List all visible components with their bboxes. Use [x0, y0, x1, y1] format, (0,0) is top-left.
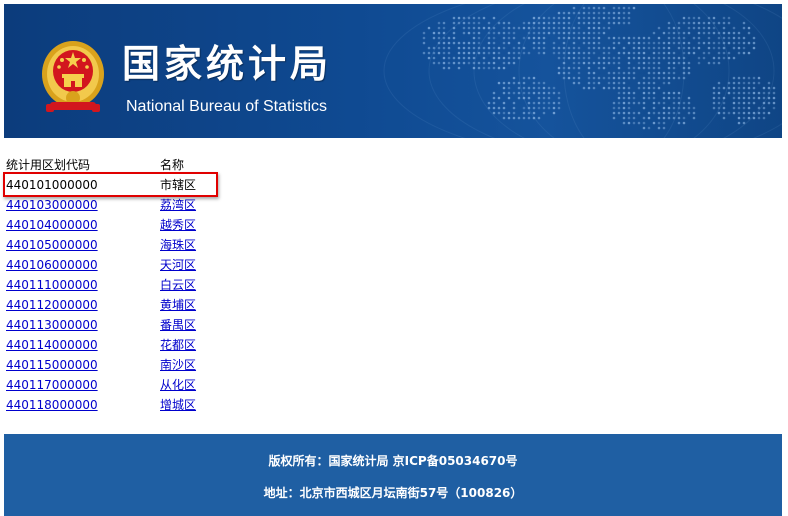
division-table: 统计用区划代码 名称 440101000000 市辖区 440103000000 荔湾… [6, 155, 196, 415]
row-code-cell: 440106000000 [6, 255, 160, 275]
name-link[interactable]: 南沙区 [160, 358, 196, 372]
name-link[interactable]: 增城区 [160, 398, 196, 412]
table-row: 440106000000 天河区 [6, 255, 196, 275]
name-link[interactable]: 荔湾区 [160, 198, 196, 212]
code-text: 440101000000 [6, 178, 98, 192]
table-row: 440118000000 增城区 [6, 395, 196, 415]
footer-copyright: 版权所有：国家统计局 京ICP备05034670号 [268, 454, 518, 468]
name-link[interactable]: 从化区 [160, 378, 196, 392]
name-link[interactable]: 花都区 [160, 338, 196, 352]
row-code-cell: 440115000000 [6, 355, 160, 375]
footer-address: 地址：北京市西城区月坛南街57号（100826） [263, 486, 523, 500]
table-body: 440101000000 市辖区 440103000000 荔湾区 4401040000… [6, 175, 196, 415]
row-name-cell: 市辖区 [160, 175, 196, 195]
table-row: 440115000000 南沙区 [6, 355, 196, 375]
name-link[interactable]: 海珠区 [160, 238, 196, 252]
row-name-cell: 从化区 [160, 375, 196, 395]
row-code-cell: 440112000000 [6, 295, 160, 315]
row-name-cell: 增城区 [160, 395, 196, 415]
row-name-cell: 越秀区 [160, 215, 196, 235]
table-header-row: 统计用区划代码 名称 [6, 155, 196, 175]
column-header-code: 统计用区划代码 [6, 158, 91, 172]
page: 国家统计局 National Bureau of Statistics 统计用区… [0, 0, 788, 516]
national-emblem-icon [42, 41, 104, 112]
code-link[interactable]: 440118000000 [6, 398, 98, 412]
code-link[interactable]: 440112000000 [6, 298, 98, 312]
code-link[interactable]: 440111000000 [6, 278, 98, 292]
row-name-cell: 天河区 [160, 255, 196, 275]
name-link[interactable]: 越秀区 [160, 218, 196, 232]
name-link[interactable]: 番禺区 [160, 318, 196, 332]
code-link[interactable]: 440103000000 [6, 198, 98, 212]
code-link[interactable]: 440115000000 [6, 358, 98, 372]
table-row: 440114000000 花都区 [6, 335, 196, 355]
footer: 版权所有：国家统计局 京ICP备05034670号 地址：北京市西城区月坛南街5… [4, 434, 782, 516]
name-link[interactable]: 白云区 [160, 278, 196, 292]
table-row: 440113000000 番禺区 [6, 315, 196, 335]
table-row: 440103000000 荔湾区 [6, 195, 196, 215]
row-name-cell: 黄埔区 [160, 295, 196, 315]
column-header-name: 名称 [160, 158, 185, 172]
row-name-cell: 海珠区 [160, 235, 196, 255]
row-code-cell: 440117000000 [6, 375, 160, 395]
row-name-cell: 南沙区 [160, 355, 196, 375]
row-code-cell: 440101000000 [6, 175, 160, 195]
name-link[interactable]: 天河区 [160, 258, 196, 272]
row-code-cell: 440111000000 [6, 275, 160, 295]
table-row: 440101000000 市辖区 [6, 175, 196, 195]
table-row: 440104000000 越秀区 [6, 215, 196, 235]
code-link[interactable]: 440117000000 [6, 378, 98, 392]
row-code-cell: 440105000000 [6, 235, 160, 255]
header-banner: 国家统计局 National Bureau of Statistics [4, 4, 782, 138]
code-link[interactable]: 440105000000 [6, 238, 98, 252]
table-row: 440117000000 从化区 [6, 375, 196, 395]
table-row: 440111000000 白云区 [6, 275, 196, 295]
table-row: 440105000000 海珠区 [6, 235, 196, 255]
world-map-background [383, 4, 782, 138]
row-name-cell: 番禺区 [160, 315, 196, 335]
row-code-cell: 440104000000 [6, 215, 160, 235]
code-link[interactable]: 440113000000 [6, 318, 98, 332]
table-row: 440112000000 黄埔区 [6, 295, 196, 315]
site-title-en: National Bureau of Statistics [126, 98, 327, 115]
row-name-cell: 荔湾区 [160, 195, 196, 215]
code-link[interactable]: 440106000000 [6, 258, 98, 272]
name-link[interactable]: 黄埔区 [160, 298, 196, 312]
row-name-cell: 花都区 [160, 335, 196, 355]
row-code-cell: 440103000000 [6, 195, 160, 215]
site-title-cn: 国家统计局 [122, 42, 333, 86]
name-text: 市辖区 [160, 178, 197, 192]
row-code-cell: 440118000000 [6, 395, 160, 415]
row-code-cell: 440113000000 [6, 315, 160, 335]
code-link[interactable]: 440104000000 [6, 218, 98, 232]
code-link[interactable]: 440114000000 [6, 338, 98, 352]
row-code-cell: 440114000000 [6, 335, 160, 355]
row-name-cell: 白云区 [160, 275, 196, 295]
